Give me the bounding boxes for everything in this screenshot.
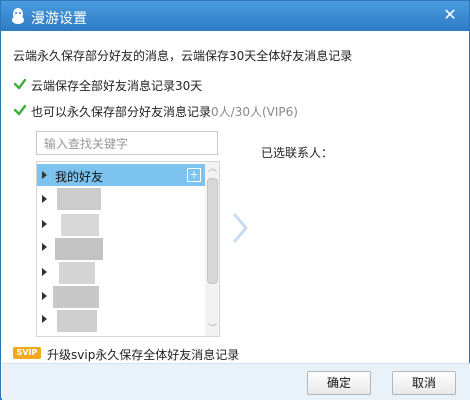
scroll-up-icon[interactable]: ︿	[208, 165, 217, 174]
blurred-group-name	[55, 238, 103, 260]
expand-arrow-icon[interactable]	[42, 171, 47, 179]
expand-arrow-icon[interactable]	[42, 243, 47, 251]
svip-upgrade-link[interactable]: 升级svip永久保存全体好友消息记录	[47, 346, 239, 363]
friend-list[interactable]: 我的好友 + ︿ ﹀	[36, 161, 220, 337]
title-bar: 漫游设置 ✕	[1, 1, 469, 31]
checkbox-checked-icon[interactable]	[13, 77, 27, 91]
group-row-my-friends[interactable]: 我的好友 +	[37, 164, 205, 186]
selected-contacts-label: 已选联系人：	[261, 146, 334, 160]
description-text: 云端永久保存部分好友的消息，云端保存30天全体好友消息记录	[13, 49, 353, 63]
dialog-footer: 确定 取消	[2, 363, 470, 400]
add-to-selected-arrow-icon[interactable]	[229, 211, 251, 245]
add-group-icon[interactable]: +	[187, 168, 201, 182]
search-input[interactable]	[42, 133, 216, 155]
search-field[interactable]	[36, 131, 218, 155]
expand-arrow-icon[interactable]	[42, 292, 47, 300]
group-label: 我的好友	[55, 170, 104, 184]
blurred-group-name	[57, 188, 101, 210]
friend-list-scrollbar[interactable]: ︿ ﹀	[205, 162, 219, 336]
roaming-settings-dialog: 漫游设置 ✕ 云端永久保存部分好友的消息，云端保存30天全体好友消息记录 云端保…	[0, 0, 470, 400]
checkbox-checked-icon[interactable]	[13, 103, 27, 117]
option-save-all-30-days-label: 云端保存全部好友消息记录30天	[31, 79, 203, 93]
expand-arrow-icon[interactable]	[42, 315, 47, 323]
blurred-group-name	[57, 310, 97, 332]
scrollbar-thumb[interactable]	[207, 178, 218, 284]
close-button[interactable]: ✕	[441, 6, 459, 24]
svip-badge: SVIP	[13, 347, 41, 359]
expand-arrow-icon[interactable]	[42, 268, 47, 276]
qq-penguin-icon	[12, 8, 24, 24]
expand-arrow-icon[interactable]	[42, 195, 47, 203]
blurred-group-name	[53, 286, 99, 308]
expand-arrow-icon[interactable]	[42, 220, 47, 228]
blurred-group-name	[61, 214, 99, 236]
window-title: 漫游设置	[31, 11, 87, 27]
scroll-down-icon[interactable]: ﹀	[208, 325, 217, 334]
blurred-group-name	[59, 262, 95, 284]
vip-quota-text: 0人/30人(VIP6)	[211, 105, 298, 119]
cancel-button[interactable]: 取消	[392, 371, 456, 395]
ok-button[interactable]: 确定	[307, 371, 371, 395]
option-save-some-forever-label: 也可以永久保存部分好友消息记录	[31, 105, 212, 119]
